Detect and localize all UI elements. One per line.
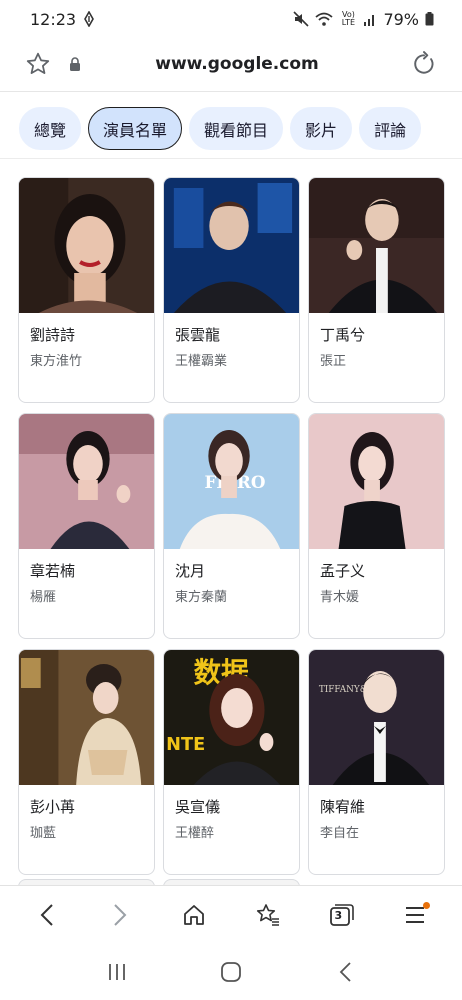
cast-photo: 数据 NTE [164,650,299,785]
entity-tabs: 總覽 演員名單 觀看節目 影片 評論 [19,107,422,150]
cast-photo [19,178,154,313]
home-button[interactable] [172,893,216,937]
bookmarks-button[interactable] [246,893,290,937]
cast-photo: FIERO [164,414,299,549]
network-label: Vo) LTE [341,10,356,27]
cast-role: 東方秦蘭 [175,590,228,605]
browser-toolbar: 3 [0,885,462,943]
cast-role: 東方淮竹 [30,354,83,369]
back-button[interactable] [25,893,69,937]
home-icon [184,904,205,925]
system-back-icon [339,961,351,982]
menu-button[interactable] [393,893,437,937]
url-bar: www.google.com [0,38,462,90]
cast-name: 丁禹兮 [320,326,366,344]
recent-apps-button[interactable] [95,950,139,994]
cast-role: 李自在 [320,826,360,841]
cast-role: 王權醉 [175,826,215,841]
tabs-button[interactable]: 3 [319,893,363,937]
notification-dot [423,901,431,909]
tab-watch[interactable]: 觀看節目 [189,107,284,150]
cast-name: 章若楠 [30,562,76,580]
backdrop-text-nte: NTE [166,734,205,755]
tab-count: 3 [334,908,343,922]
cast-name: 孟子义 [320,562,366,580]
system-back-button[interactable] [323,950,367,994]
status-bar: 12:23 Vo) LTE 79% [0,0,462,38]
tab-overview[interactable]: 總覽 [19,107,82,150]
cast-card[interactable]: 張雲龍 王權霸業 [163,177,300,403]
cast-photo [19,650,154,785]
cast-name: 吳宣儀 [175,798,221,816]
system-navigation-bar [0,943,462,1000]
system-home-button[interactable] [209,950,253,994]
cast-photo [309,178,444,313]
cast-card[interactable]: 丁禹兮 張正 [308,177,445,403]
cast-name: 彭小苒 [30,798,76,816]
status-time: 12:23 [30,9,77,29]
cast-card[interactable]: 彭小苒 珈藍 [18,649,155,875]
lock-icon[interactable] [62,44,88,84]
cast-photo [19,414,154,549]
system-home-icon [221,961,241,982]
cast-card[interactable]: TIFFANY&Co. 陳宥維 李自在 [308,649,445,875]
cast-name: 張雲龍 [175,326,221,344]
chevron-right-icon [114,903,127,926]
reload-icon[interactable] [404,44,444,84]
status-left: 12:23 [30,9,95,29]
cast-card[interactable]: 章若楠 楊雁 [18,413,155,639]
cast-name: 陳宥維 [320,798,366,816]
cast-role: 張正 [320,354,347,369]
cast-role: 青木媛 [320,590,360,605]
battery-icon [425,12,434,26]
cast-role: 珈藍 [30,826,57,841]
url-text[interactable]: www.google.com [88,54,404,74]
cast-photo [309,414,444,549]
tab-videos[interactable]: 影片 [290,107,353,150]
cast-photo [164,178,299,313]
cast-role: 楊雁 [30,590,57,605]
mute-icon [293,11,310,27]
battery-percent: 79% [383,9,419,29]
recent-apps-icon [109,963,125,980]
cast-card[interactable]: 孟子义 青木媛 [308,413,445,639]
wifi-icon [315,12,334,26]
cast-name: 沈月 [175,562,206,580]
bookmarks-star-icon [256,903,279,926]
cast-card[interactable]: 数据 NTE 吳宣儀 王權醉 [163,649,300,875]
cast-role: 王權霸業 [175,354,228,369]
chevron-left-icon [40,903,53,926]
forward-button[interactable] [98,893,142,937]
vpn-key-icon [84,11,95,27]
bookmark-star-icon[interactable] [18,44,58,84]
signal-icon [364,15,375,26]
cast-card[interactable]: 劉詩詩 東方淮竹 [18,177,155,403]
cast-grid: 劉詩詩 東方淮竹 張雲龍 王權霸業 丁禹兮 張正 章若楠 楊雁 沈月 東方秦蘭 … [18,177,445,875]
tab-cast[interactable]: 演員名單 [88,107,183,150]
cast-photo: TIFFANY&Co. [309,650,444,785]
tabs-divider [0,158,462,159]
tab-reviews[interactable]: 評論 [359,107,422,150]
status-right: Vo) LTE 79% [293,10,434,29]
cast-card[interactable]: FIERO 沈月 東方秦蘭 [163,413,300,639]
cast-name: 劉詩詩 [30,326,76,344]
url-bar-divider [0,91,462,92]
